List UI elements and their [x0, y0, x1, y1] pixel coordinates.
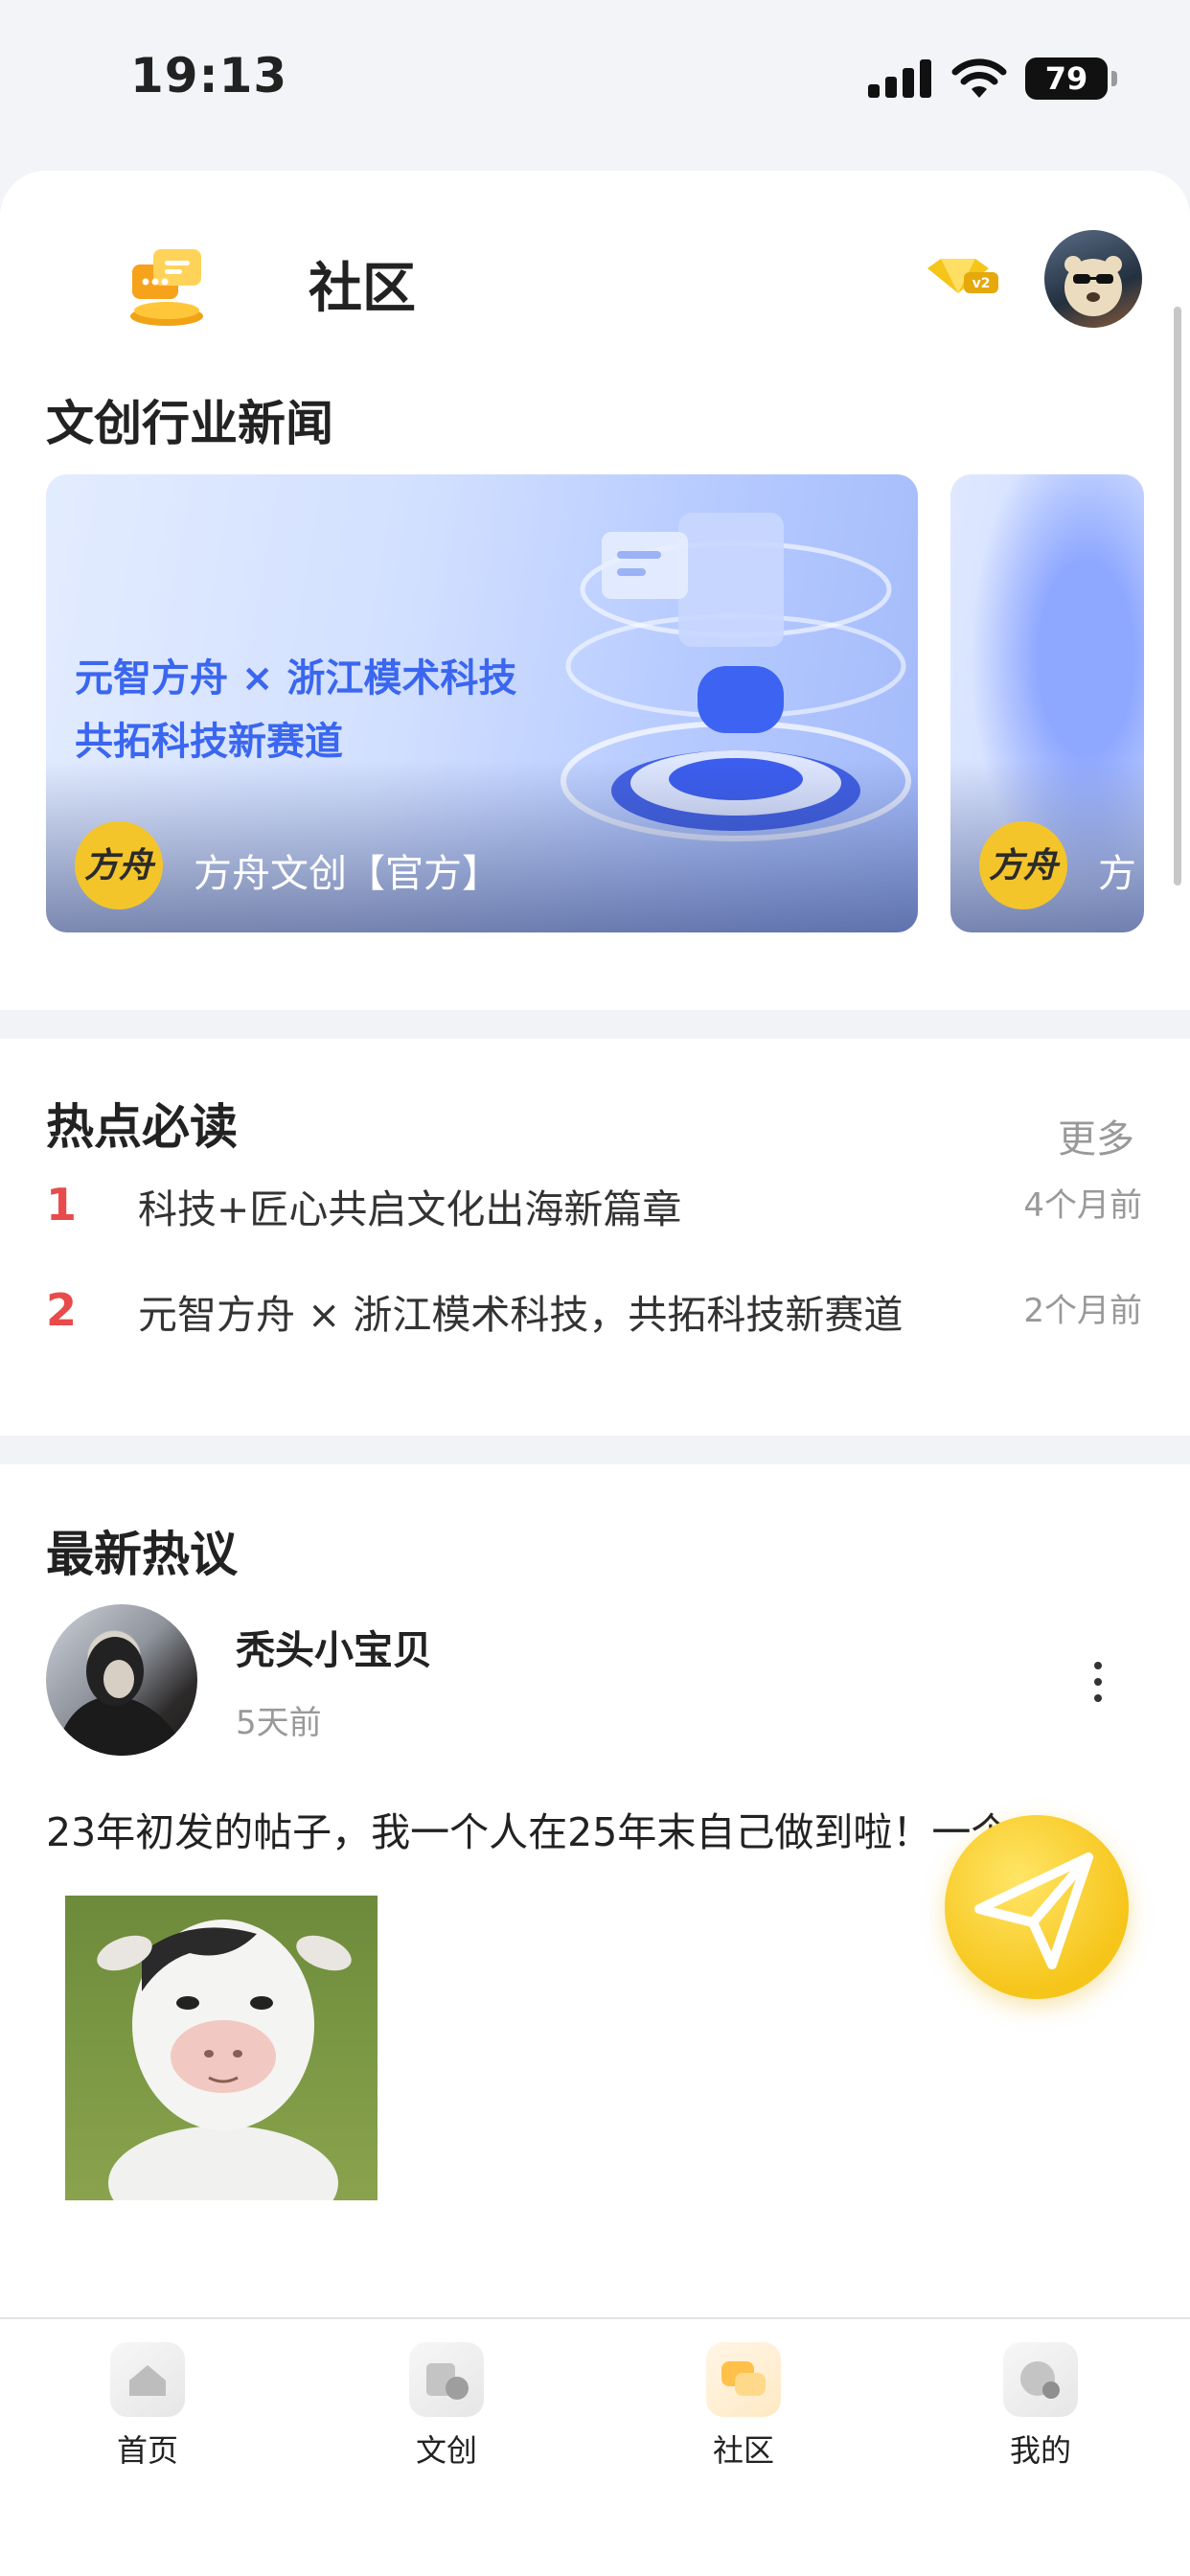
- section-divider: [0, 1010, 1190, 1039]
- poster-username[interactable]: 秃头小宝贝: [236, 1618, 432, 1675]
- page-title: 社区: [309, 258, 416, 320]
- section-title-industry-news: 文创行业新闻: [46, 396, 333, 451]
- news-card-headline-line1: 元智方舟 × 浙江模术科技: [75, 656, 517, 701]
- tab-label: 首页: [116, 2432, 178, 2469]
- news-card-author: 方舟文创【官方】: [194, 852, 500, 896]
- tab-home[interactable]: 首页: [61, 2342, 234, 2471]
- hot-read-rank: 1: [46, 1179, 78, 1230]
- tab-label: 社区: [712, 2432, 774, 2469]
- tab-label: 文创: [415, 2432, 477, 2469]
- poster-avatar[interactable]: [46, 1604, 197, 1756]
- news-card-headline-line2: 共拓科技新赛道: [75, 720, 343, 764]
- hot-read-time: 4个月前: [1023, 1186, 1142, 1225]
- hot-read-rank: 2: [46, 1284, 78, 1336]
- post-image[interactable]: [65, 1896, 378, 2200]
- tab-bar: 首页 文创 社区 我的: [0, 2317, 1190, 2576]
- user-avatar[interactable]: [1044, 230, 1142, 328]
- tab-creative[interactable]: 文创: [360, 2342, 533, 2471]
- hot-read-time: 2个月前: [1023, 1292, 1142, 1330]
- status-time: 19:13: [130, 48, 288, 104]
- profile-icon: [1003, 2342, 1078, 2417]
- paper-plane-icon: [974, 1852, 1093, 1969]
- battery-indicator: 79: [1025, 58, 1117, 100]
- post-text[interactable]: 23年初发的帖子，我一个人在25年末自己做到啦！一个...: [46, 1800, 1047, 1857]
- vip-level-badge-icon[interactable]: v2: [922, 255, 1002, 297]
- more-options-icon[interactable]: [1088, 1662, 1108, 1710]
- tab-profile[interactable]: 我的: [954, 2342, 1127, 2471]
- home-icon: [110, 2342, 185, 2417]
- author-badge-logo: 方舟: [979, 821, 1067, 909]
- vip-badge-text: v2: [973, 276, 991, 291]
- section-title-latest-discussion: 最新热议: [46, 1527, 238, 1582]
- news-card-author: 方: [1098, 852, 1136, 896]
- author-badge-logo: 方舟: [75, 821, 163, 909]
- hot-read-title: 科技+匠心共启文化出海新篇章: [138, 1186, 682, 1232]
- create-post-button[interactable]: [945, 1815, 1129, 1999]
- news-card[interactable]: 元智方舟 × 浙江模术科技 共拓科技新赛道 方舟 方舟文创【官方】: [46, 474, 918, 932]
- community-icon: [706, 2342, 781, 2417]
- section-divider: [0, 1436, 1190, 1464]
- section-title-hot-reads: 热点必读: [46, 1099, 238, 1155]
- status-bar: 19:13 79: [0, 0, 1190, 158]
- tab-community[interactable]: 社区: [657, 2342, 830, 2471]
- hot-read-title: 元智方舟 × 浙江模术科技，共拓科技新赛道: [138, 1292, 904, 1338]
- news-card-partial[interactable]: 方舟 方: [950, 474, 1144, 932]
- community-logo-icon: [130, 249, 203, 326]
- tab-label: 我的: [1009, 2432, 1071, 2469]
- scrollbar[interactable]: [1174, 307, 1181, 886]
- post-time: 5天前: [236, 1704, 322, 1742]
- more-link[interactable]: 更多: [1058, 1108, 1134, 1163]
- cellular-signal-icon: [868, 59, 933, 98]
- creative-icon: [409, 2342, 484, 2417]
- wifi-icon: [951, 58, 1007, 98]
